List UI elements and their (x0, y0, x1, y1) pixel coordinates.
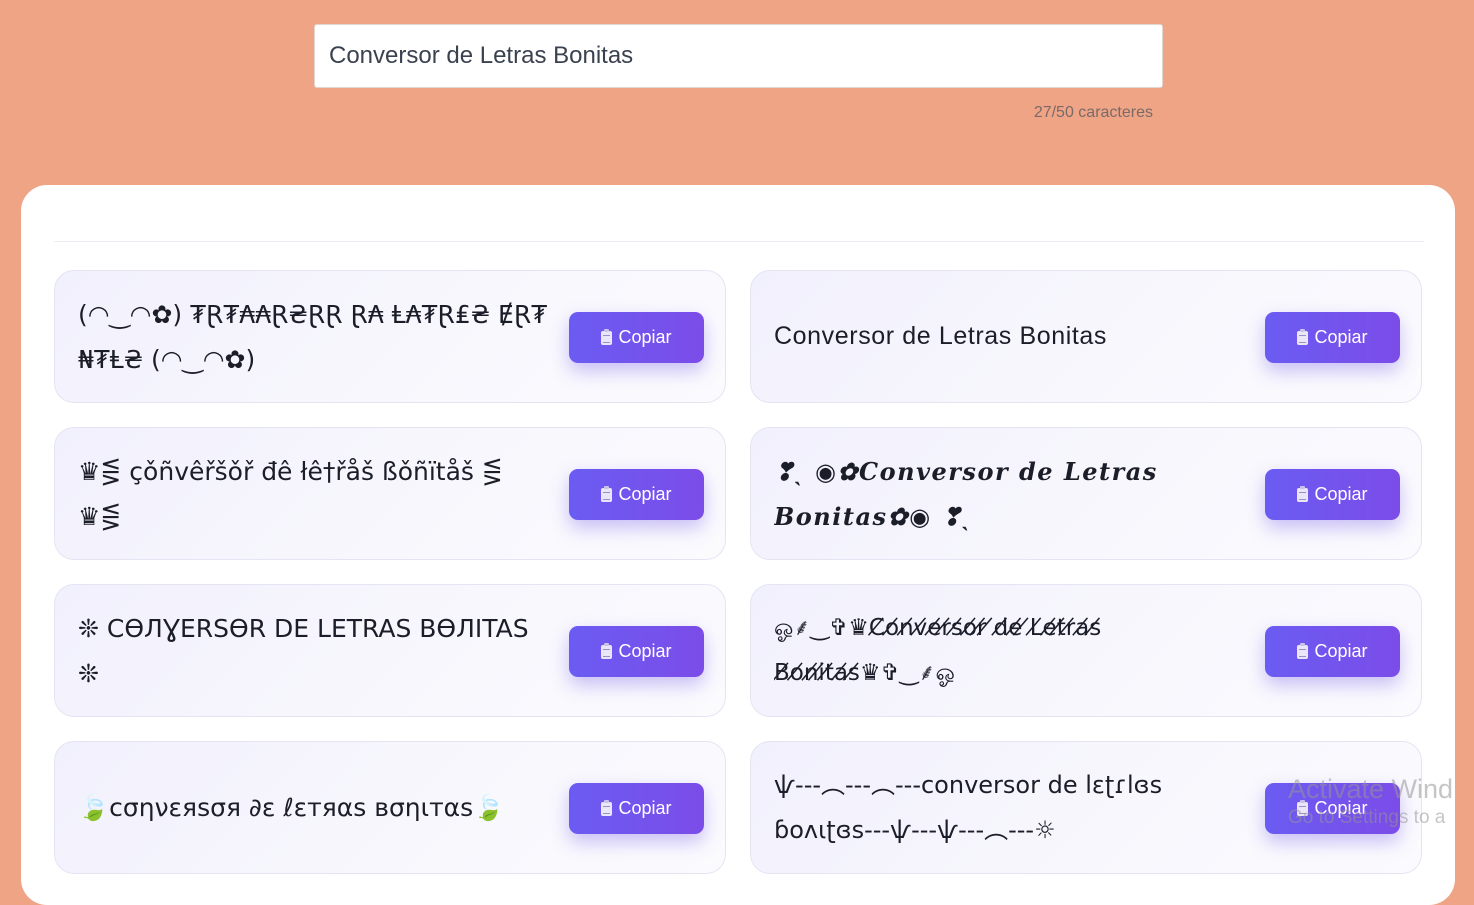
copy-button-3[interactable]: Copiar (569, 469, 704, 520)
copy-label: Copiar (618, 484, 672, 504)
style-card-5: ❊ CƟЛƔERSƟR DE LETRAS BƟЛITAS ❊ Copiar (54, 584, 726, 717)
copy-label: Copiar (618, 327, 672, 347)
copy-label: Copiar (1314, 641, 1368, 661)
styled-text-2: Conversor de Letras Bonitas (774, 322, 1108, 350)
styled-text-4: ❣ˎ ◉✿Conversor de Letras Bonitas✿◉ ❣ˎ (774, 456, 1158, 531)
style-card-7: 🍃cσηνεяѕσя ∂ε ℓεтяαѕ вσηιтαѕ🍃 Copiar (54, 741, 726, 874)
copy-label: Copiar (1314, 484, 1368, 504)
copy-button-2[interactable]: Copiar (1265, 312, 1400, 363)
windows-activation-watermark: Activate Wind Go to Settings to a (1288, 772, 1474, 830)
copy-button-6[interactable]: Copiar (1265, 626, 1400, 677)
style-card-4: ❣ˎ ◉✿Conversor de Letras Bonitas✿◉ ❣ˎ Co… (750, 427, 1422, 560)
text-input[interactable] (315, 25, 1162, 87)
styled-text-7: 🍃cσηνεяѕσя ∂ε ℓεтяαѕ вσηιтαѕ🍃 (78, 793, 505, 822)
style-card-2: Conversor de Letras Bonitas Copiar (750, 270, 1422, 403)
copy-label: Copiar (1314, 327, 1368, 347)
text-input-box[interactable] (314, 24, 1163, 88)
watermark-line-1: Activate Wind (1288, 774, 1454, 804)
styled-text-1: (◠‿◠✿) ₮Ɽ₮₳₳Ɽ₴ⱤⱤ Ɽ₳ Ⱡ₳₮Ɽ₤₴ ɆⱤ₮ ₦₮Ⱡ₴ (◠‿◠… (78, 299, 548, 374)
clipboard-icon (601, 328, 613, 345)
watermark-line-2: Go to Settings to a (1288, 807, 1446, 828)
clipboard-icon (601, 642, 613, 659)
copy-label: Copiar (618, 641, 672, 661)
styled-text-3: ♛⋚ çǒñvêřšǒř đê łê†řåš ßǒñïtåš ⋚ ♛⋚ (78, 456, 503, 531)
copy-button-1[interactable]: Copiar (569, 312, 704, 363)
copy-button-7[interactable]: Copiar (569, 783, 704, 834)
clipboard-icon (601, 485, 613, 502)
styled-text-5: ❊ CƟЛƔERSƟR DE LETRAS BƟЛITAS ❊ (78, 613, 529, 688)
styled-text-6: ஓ⸙‿✞♛C̸o̸n̸v̸e̸r̸s̸o̸r̸ ̸d̸e̸ ̸L̸e̸t̸r̸a… (774, 614, 1102, 686)
clipboard-icon (1297, 485, 1309, 502)
copy-button-5[interactable]: Copiar (569, 626, 704, 677)
style-card-3: ♛⋚ çǒñvêřšǒř đê łê†řåš ßǒñïtåš ⋚ ♛⋚ Copi… (54, 427, 726, 560)
clipboard-icon (1297, 328, 1309, 345)
character-counter: 27/50 caracteres (1033, 104, 1153, 121)
style-card-6: ஓ⸙‿✞♛C̸o̸n̸v̸e̸r̸s̸o̸r̸ ̸d̸e̸ ̸L̸e̸t̸r̸a… (750, 584, 1422, 717)
styled-text-8: ѱ---︵---︵---conversor de lεʈɾlɞs ɓoʌιʈɞs… (774, 770, 1163, 844)
style-card-1: (◠‿◠✿) ₮Ɽ₮₳₳Ɽ₴ⱤⱤ Ɽ₳ Ⱡ₳₮Ɽ₤₴ ɆⱤ₮ ₦₮Ⱡ₴ (◠‿◠… (54, 270, 726, 403)
copy-button-4[interactable]: Copiar (1265, 469, 1400, 520)
copy-label: Copiar (618, 798, 672, 818)
clipboard-icon (601, 799, 613, 816)
panel-divider (54, 241, 1424, 242)
clipboard-icon (1297, 642, 1309, 659)
